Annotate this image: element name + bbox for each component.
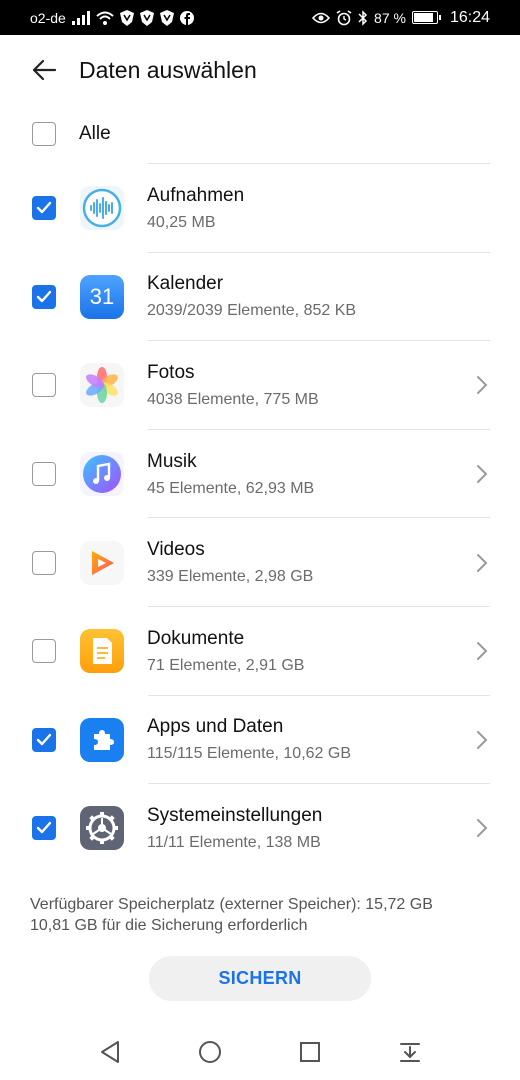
brave-shield-icon — [159, 9, 174, 26]
bluetooth-icon — [358, 9, 368, 26]
carrier-label: o2-de — [30, 9, 66, 26]
item-checkbox[interactable] — [32, 550, 56, 575]
item-checkbox[interactable] — [32, 196, 56, 221]
available-storage-text: Verfügbarer Speicherplatz (externer Spei… — [30, 896, 433, 913]
list-item-musik[interactable]: Musik 45 Elemente, 62,93 MB — [0, 430, 520, 519]
battery-percent: 87 % — [374, 9, 406, 26]
item-title: Aufnahmen — [147, 184, 245, 206]
select-all-row[interactable]: Alle — [0, 105, 520, 163]
eye-icon — [312, 10, 331, 26]
photos-icon — [80, 363, 124, 408]
chevron-right-icon — [474, 817, 490, 839]
checkmark-icon — [36, 822, 52, 834]
system-nav-bar — [0, 1024, 520, 1080]
brave-shield-icon — [139, 9, 154, 26]
item-subtitle: 115/115 Elemente, 10,62 GB — [147, 745, 351, 763]
checkmark-icon — [36, 202, 52, 214]
brave-shield-icon — [119, 9, 134, 26]
list-item-videos[interactable]: Videos 339 Elemente, 2,98 GB — [0, 518, 520, 607]
app-header: Daten auswählen — [0, 35, 520, 105]
backup-button[interactable]: SICHERN — [149, 956, 371, 1001]
item-title: Kalender — [147, 273, 224, 295]
apps-icon — [80, 717, 124, 762]
item-checkbox[interactable] — [32, 462, 56, 487]
status-bar: o2-de 87 % 16:24 — [0, 0, 520, 35]
list-item-kalender[interactable]: 31 Kalender 2039/2039 Elemente, 852 KB — [0, 253, 520, 342]
item-checkbox[interactable] — [32, 284, 56, 309]
item-checkbox[interactable] — [32, 373, 56, 398]
chevron-right-icon — [474, 463, 490, 485]
item-subtitle: 71 Elemente, 2,91 GB — [147, 656, 305, 674]
calendar-icon: 31 — [80, 274, 124, 319]
item-checkbox[interactable] — [32, 816, 56, 841]
item-subtitle: 4038 Elemente, 775 MB — [147, 390, 319, 408]
list-item-aufnahmen[interactable]: Aufnahmen 40,25 MB — [0, 164, 520, 253]
item-title: Videos — [147, 539, 205, 561]
pull-down-icon — [400, 1043, 420, 1062]
wifi-icon — [96, 10, 114, 26]
item-subtitle: 2039/2039 Elemente, 852 KB — [147, 302, 357, 320]
nav-back-button[interactable] — [85, 1027, 135, 1077]
music-icon — [80, 452, 124, 497]
list-item-systemeinstellungen[interactable]: Systemeinstellungen 11/11 Elemente, 138 … — [0, 784, 520, 873]
facebook-icon — [179, 10, 194, 26]
item-subtitle: 45 Elemente, 62,93 MB — [147, 479, 315, 497]
nav-home-button[interactable] — [185, 1027, 235, 1077]
videos-icon — [80, 540, 124, 585]
list-item-dokumente[interactable]: Dokumente 71 Elemente, 2,91 GB — [0, 607, 520, 696]
page-title: Daten auswählen — [79, 56, 257, 83]
clock: 16:24 — [449, 8, 490, 26]
data-type-list: Aufnahmen 40,25 MB 31 Kalender 2039/2039… — [0, 164, 520, 873]
select-all-label: Alle — [79, 123, 111, 144]
item-title: Systemeinstellungen — [147, 804, 323, 826]
settings-icon — [80, 806, 124, 851]
item-subtitle: 40,25 MB — [147, 213, 216, 231]
item-title: Apps und Daten — [147, 716, 284, 738]
checkmark-icon — [36, 290, 52, 303]
battery-icon — [411, 11, 441, 24]
triangle-back-icon — [101, 1041, 119, 1063]
item-checkbox[interactable] — [32, 639, 56, 664]
required-storage-text: 10,81 GB für die Sicherung erforderlich — [30, 917, 308, 934]
item-subtitle: 11/11 Elemente, 138 MB — [147, 833, 321, 851]
item-title: Musik — [147, 450, 197, 472]
calendar-day: 31 — [89, 283, 115, 309]
chevron-right-icon — [474, 552, 490, 574]
item-title: Dokumente — [147, 627, 245, 649]
recorder-icon — [80, 186, 124, 231]
back-button[interactable] — [24, 50, 64, 90]
alarm-icon — [336, 9, 352, 26]
circle-home-icon — [199, 1041, 221, 1063]
checkmark-icon — [36, 733, 52, 746]
nav-notifications-button[interactable] — [385, 1027, 435, 1077]
list-item-fotos[interactable]: Fotos 4038 Elemente, 775 MB — [0, 341, 520, 430]
item-subtitle: 339 Elemente, 2,98 GB — [147, 568, 314, 586]
signal-icon — [71, 10, 90, 26]
arrow-left-icon — [32, 59, 57, 81]
chevron-right-icon — [474, 640, 490, 662]
nav-recents-button[interactable] — [285, 1027, 335, 1077]
square-recents-icon — [300, 1042, 320, 1062]
item-checkbox[interactable] — [32, 727, 56, 752]
list-item-apps[interactable]: Apps und Daten 115/115 Elemente, 10,62 G… — [0, 696, 520, 785]
chevron-right-icon — [474, 729, 490, 751]
documents-icon — [80, 629, 124, 674]
chevron-right-icon — [474, 374, 490, 396]
storage-info: Verfügbarer Speicherplatz (externer Spei… — [30, 894, 500, 936]
select-all-checkbox[interactable] — [32, 122, 56, 146]
item-title: Fotos — [147, 361, 195, 383]
